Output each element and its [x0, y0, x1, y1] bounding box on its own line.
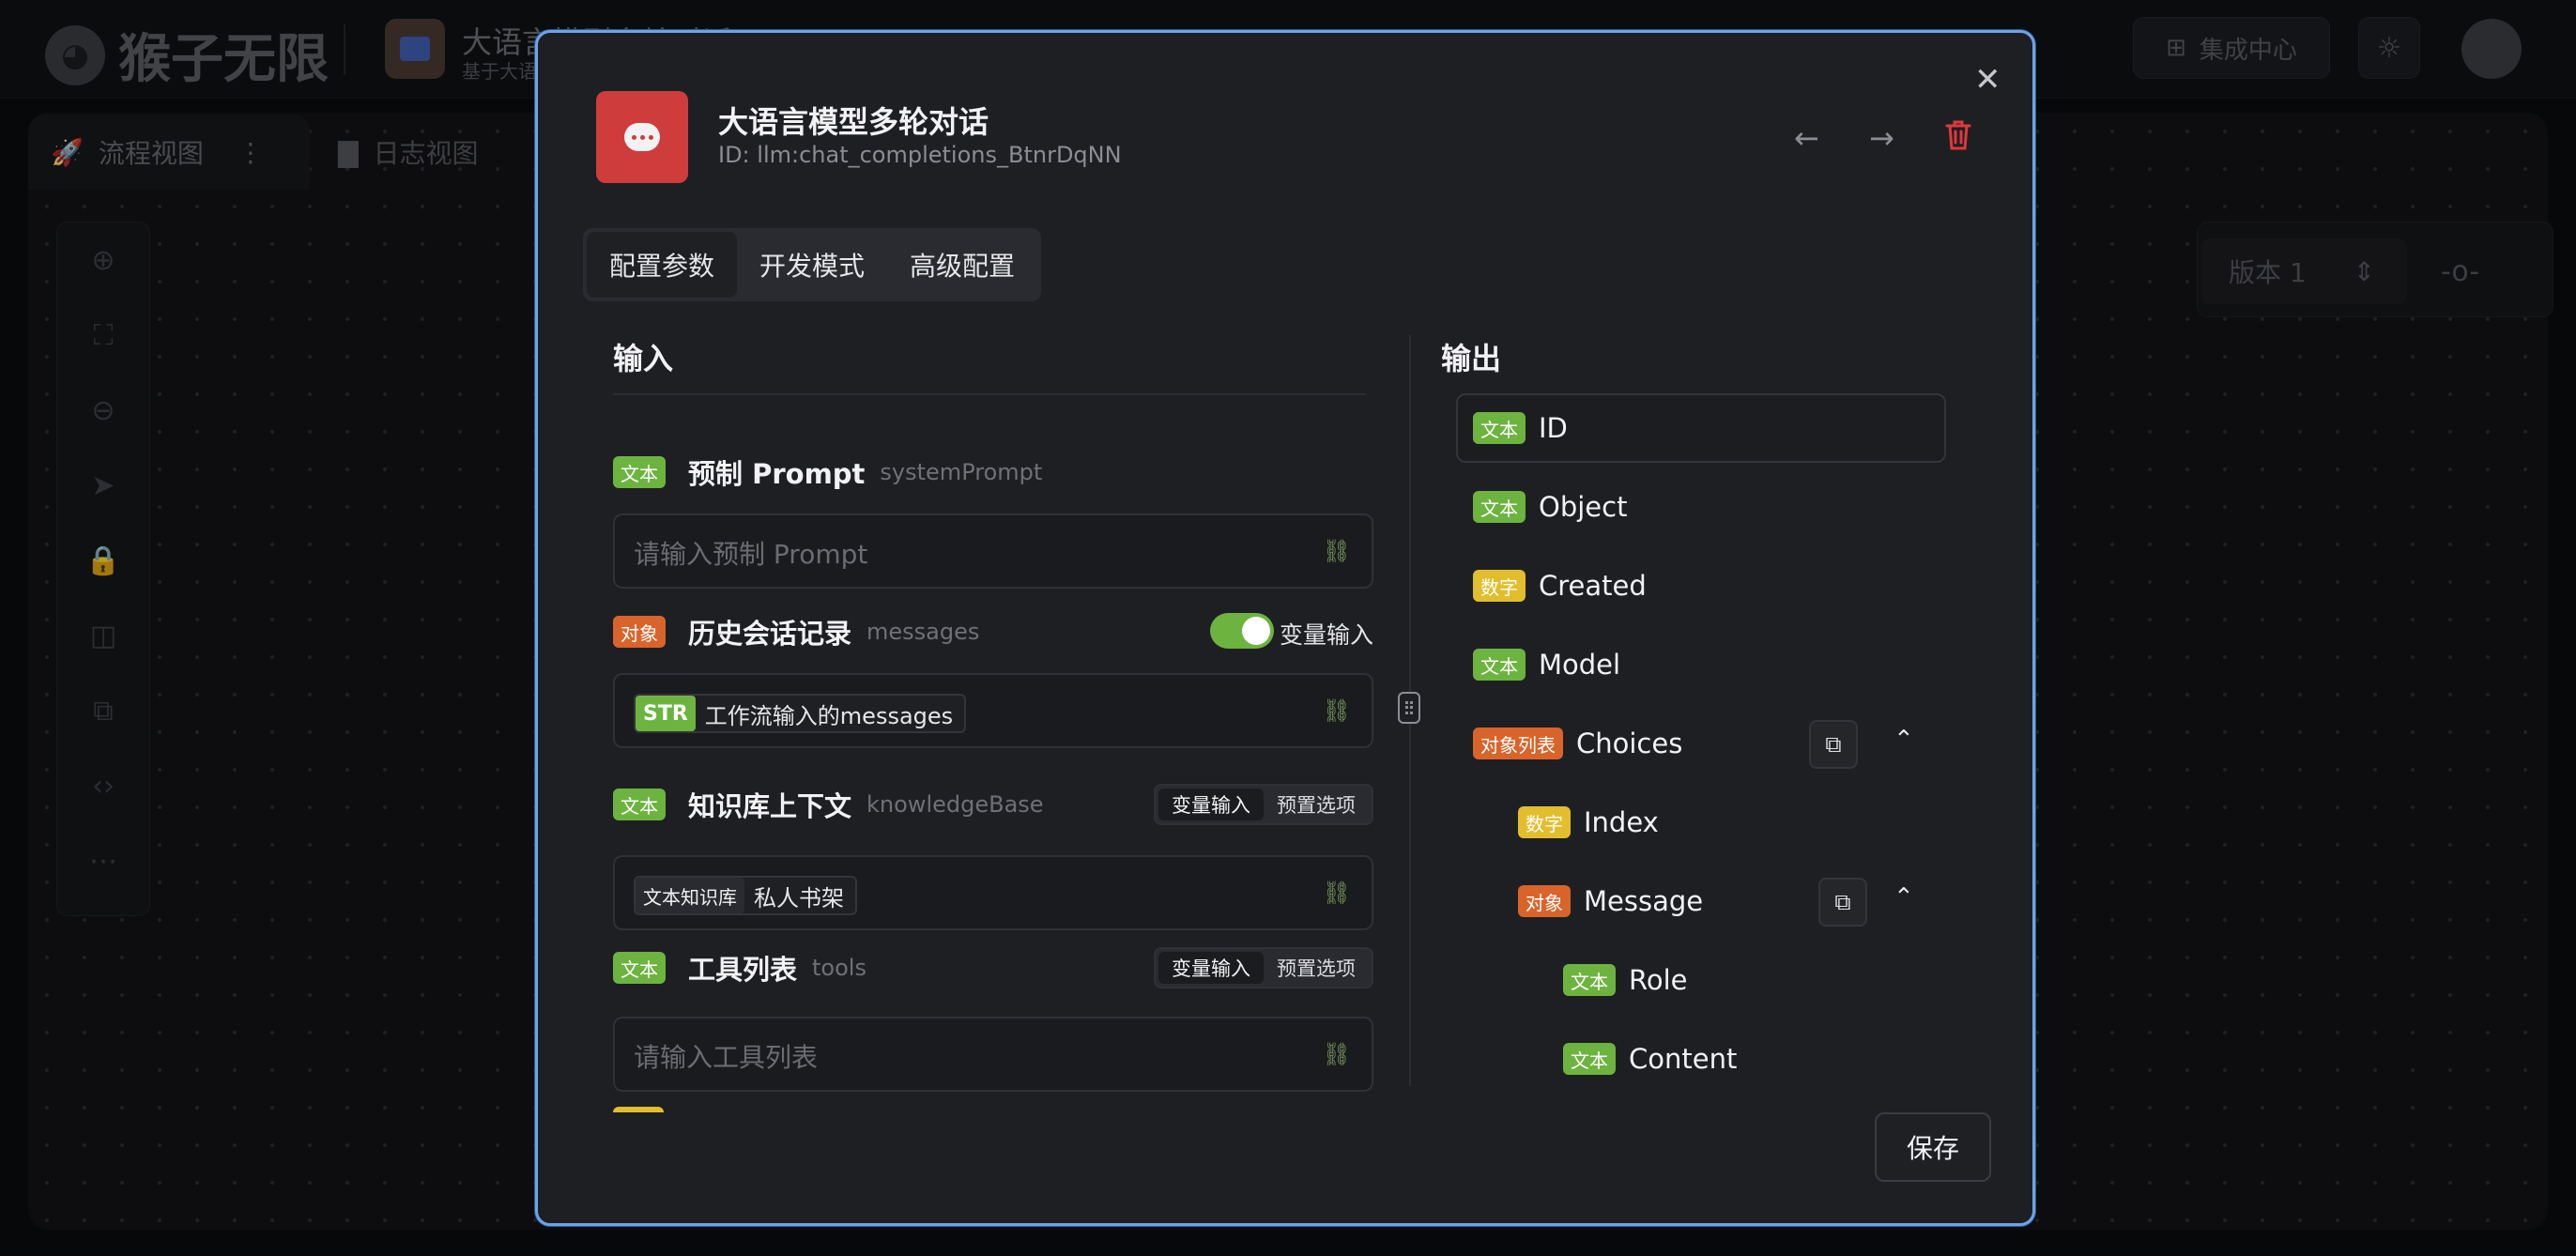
- output-item-role[interactable]: 文本 Role: [1563, 945, 1688, 1015]
- chip-value: 私人书架: [754, 884, 844, 911]
- variable-chip[interactable]: STR 工作流输入的messages: [634, 694, 967, 733]
- toggle-label: 变量输入: [1279, 621, 1373, 649]
- type-badge: 数字: [1518, 806, 1571, 838]
- output-name: Choices: [1576, 728, 1683, 759]
- type-badge: 文本: [613, 789, 666, 820]
- link-icon[interactable]: ⛓: [1323, 880, 1351, 906]
- field-key: tools: [812, 955, 866, 981]
- chat-bubble-icon: [624, 123, 660, 151]
- arrow-right-icon[interactable]: →: [1869, 123, 1894, 153]
- field-header-tools: 文本 工具列表 tools 变量输入 预置选项: [613, 947, 1373, 988]
- system-prompt-input[interactable]: 请输入预制 Prompt ⛓: [613, 513, 1373, 589]
- next-field-badge-partial: [613, 1107, 664, 1112]
- mode-variable[interactable]: 变量输入: [1158, 789, 1264, 820]
- output-name: Index: [1584, 806, 1659, 838]
- link-icon[interactable]: ⛓: [1323, 697, 1351, 724]
- knowledge-chip[interactable]: 文本知识库 私人书架: [634, 876, 857, 915]
- output-name: ID: [1539, 412, 1568, 444]
- type-badge: 文本: [1473, 412, 1526, 444]
- chip-value: 工作流输入的messages: [704, 702, 954, 729]
- type-badge: 文本: [1473, 491, 1526, 523]
- type-badge: 对象列表: [1473, 728, 1563, 759]
- link-icon[interactable]: ⛓: [1323, 1041, 1351, 1067]
- link-icon[interactable]: ⛓: [1323, 538, 1351, 564]
- output-item-choices[interactable]: 对象列表 Choices: [1473, 709, 1682, 778]
- node-icon: [596, 91, 688, 183]
- divider: [613, 393, 1366, 395]
- output-item-index[interactable]: 数字 Index: [1518, 788, 1659, 857]
- output-name: Role: [1629, 964, 1688, 996]
- output-name: Message: [1584, 885, 1704, 917]
- input-section-title: 输入: [613, 341, 674, 376]
- input-placeholder: 请输入预制 Prompt: [634, 539, 868, 570]
- node-config-dialog: 大语言模型多轮对话 ID: llm:chat_completions_BtnrD…: [535, 30, 2035, 1226]
- config-tabs: 配置参数 开发模式 高级配置: [583, 228, 1042, 301]
- tab-dev-mode[interactable]: 开发模式: [737, 232, 887, 298]
- type-badge: 文本: [1563, 964, 1616, 996]
- field-label: 知识库上下文: [688, 790, 852, 822]
- copy-icon[interactable]: ⧉: [1818, 878, 1867, 927]
- type-badge: 文本: [1563, 1043, 1616, 1075]
- node-title: 大语言模型多轮对话: [718, 104, 989, 140]
- type-badge: 文本: [613, 952, 666, 984]
- mode-variable[interactable]: 变量输入: [1158, 952, 1264, 984]
- output-item-id[interactable]: 文本 ID: [1456, 393, 1946, 463]
- mode-preset[interactable]: 预置选项: [1264, 789, 1369, 820]
- chip-type: STR: [636, 696, 696, 731]
- input-mode-switch: 变量输入 预置选项: [1154, 784, 1373, 825]
- field-label: 预制 Prompt: [688, 458, 866, 490]
- input-list[interactable]: 文本 预制 Prompt systemPrompt 请输入预制 Prompt ⛓…: [613, 399, 1373, 1112]
- output-name: Content: [1629, 1043, 1738, 1075]
- tab-advanced[interactable]: 高级配置: [887, 232, 1037, 298]
- type-badge: 文本: [613, 456, 666, 488]
- output-item-created[interactable]: 数字 Created: [1473, 551, 1647, 620]
- type-badge: 对象: [613, 616, 666, 648]
- close-icon[interactable]: ✕: [1974, 61, 2001, 99]
- variable-input-toggle[interactable]: [1210, 613, 1274, 649]
- field-label: 工具列表: [688, 954, 798, 986]
- output-name: Created: [1539, 570, 1647, 602]
- type-badge: 文本: [1473, 649, 1526, 681]
- messages-input[interactable]: STR 工作流输入的messages ⛓: [613, 673, 1373, 748]
- type-badge: 对象: [1518, 885, 1571, 917]
- field-header-knowledge-base: 文本 知识库上下文 knowledgeBase 变量输入 预置选项: [613, 784, 1373, 825]
- input-placeholder: 请输入工具列表: [634, 1042, 819, 1073]
- copy-icon[interactable]: ⧉: [1809, 720, 1858, 769]
- knowledge-base-input[interactable]: 文本知识库 私人书架 ⛓: [613, 855, 1373, 930]
- field-key: messages: [866, 619, 980, 645]
- output-name: Model: [1539, 649, 1621, 681]
- output-item-content[interactable]: 文本 Content: [1563, 1024, 1737, 1094]
- resize-handle[interactable]: [1398, 692, 1420, 724]
- tab-config-params[interactable]: 配置参数: [587, 232, 738, 298]
- mode-preset[interactable]: 预置选项: [1264, 952, 1369, 984]
- output-item-object[interactable]: 文本 Object: [1473, 472, 1627, 542]
- output-name: Object: [1539, 491, 1628, 523]
- field-key: systemPrompt: [880, 459, 1043, 485]
- field-label: 历史会话记录: [688, 618, 852, 650]
- trash-icon[interactable]: [1944, 119, 1972, 156]
- output-item-model[interactable]: 文本 Model: [1473, 630, 1620, 699]
- chevron-up-icon[interactable]: ⌃: [1894, 726, 1914, 754]
- chevron-up-icon[interactable]: ⌃: [1894, 883, 1914, 911]
- node-id: ID: llm:chat_completions_BtnrDqNN: [718, 142, 1122, 168]
- field-header-system-prompt: 文本 预制 Prompt systemPrompt: [613, 452, 1373, 493]
- tools-input[interactable]: 请输入工具列表 ⛓: [613, 1017, 1373, 1092]
- output-item-message[interactable]: 对象 Message: [1518, 866, 1703, 936]
- type-badge: 数字: [1473, 570, 1526, 602]
- output-section-title: 输出: [1441, 341, 1502, 376]
- chip-type: 文本知识库: [636, 878, 744, 913]
- save-button[interactable]: 保存: [1875, 1112, 1991, 1182]
- input-mode-switch: 变量输入 预置选项: [1154, 947, 1373, 988]
- arrow-left-icon[interactable]: ←: [1794, 123, 1819, 153]
- field-header-messages: 对象 历史会话记录 messages 变量输入: [613, 611, 1373, 652]
- field-key: knowledgeBase: [866, 791, 1044, 818]
